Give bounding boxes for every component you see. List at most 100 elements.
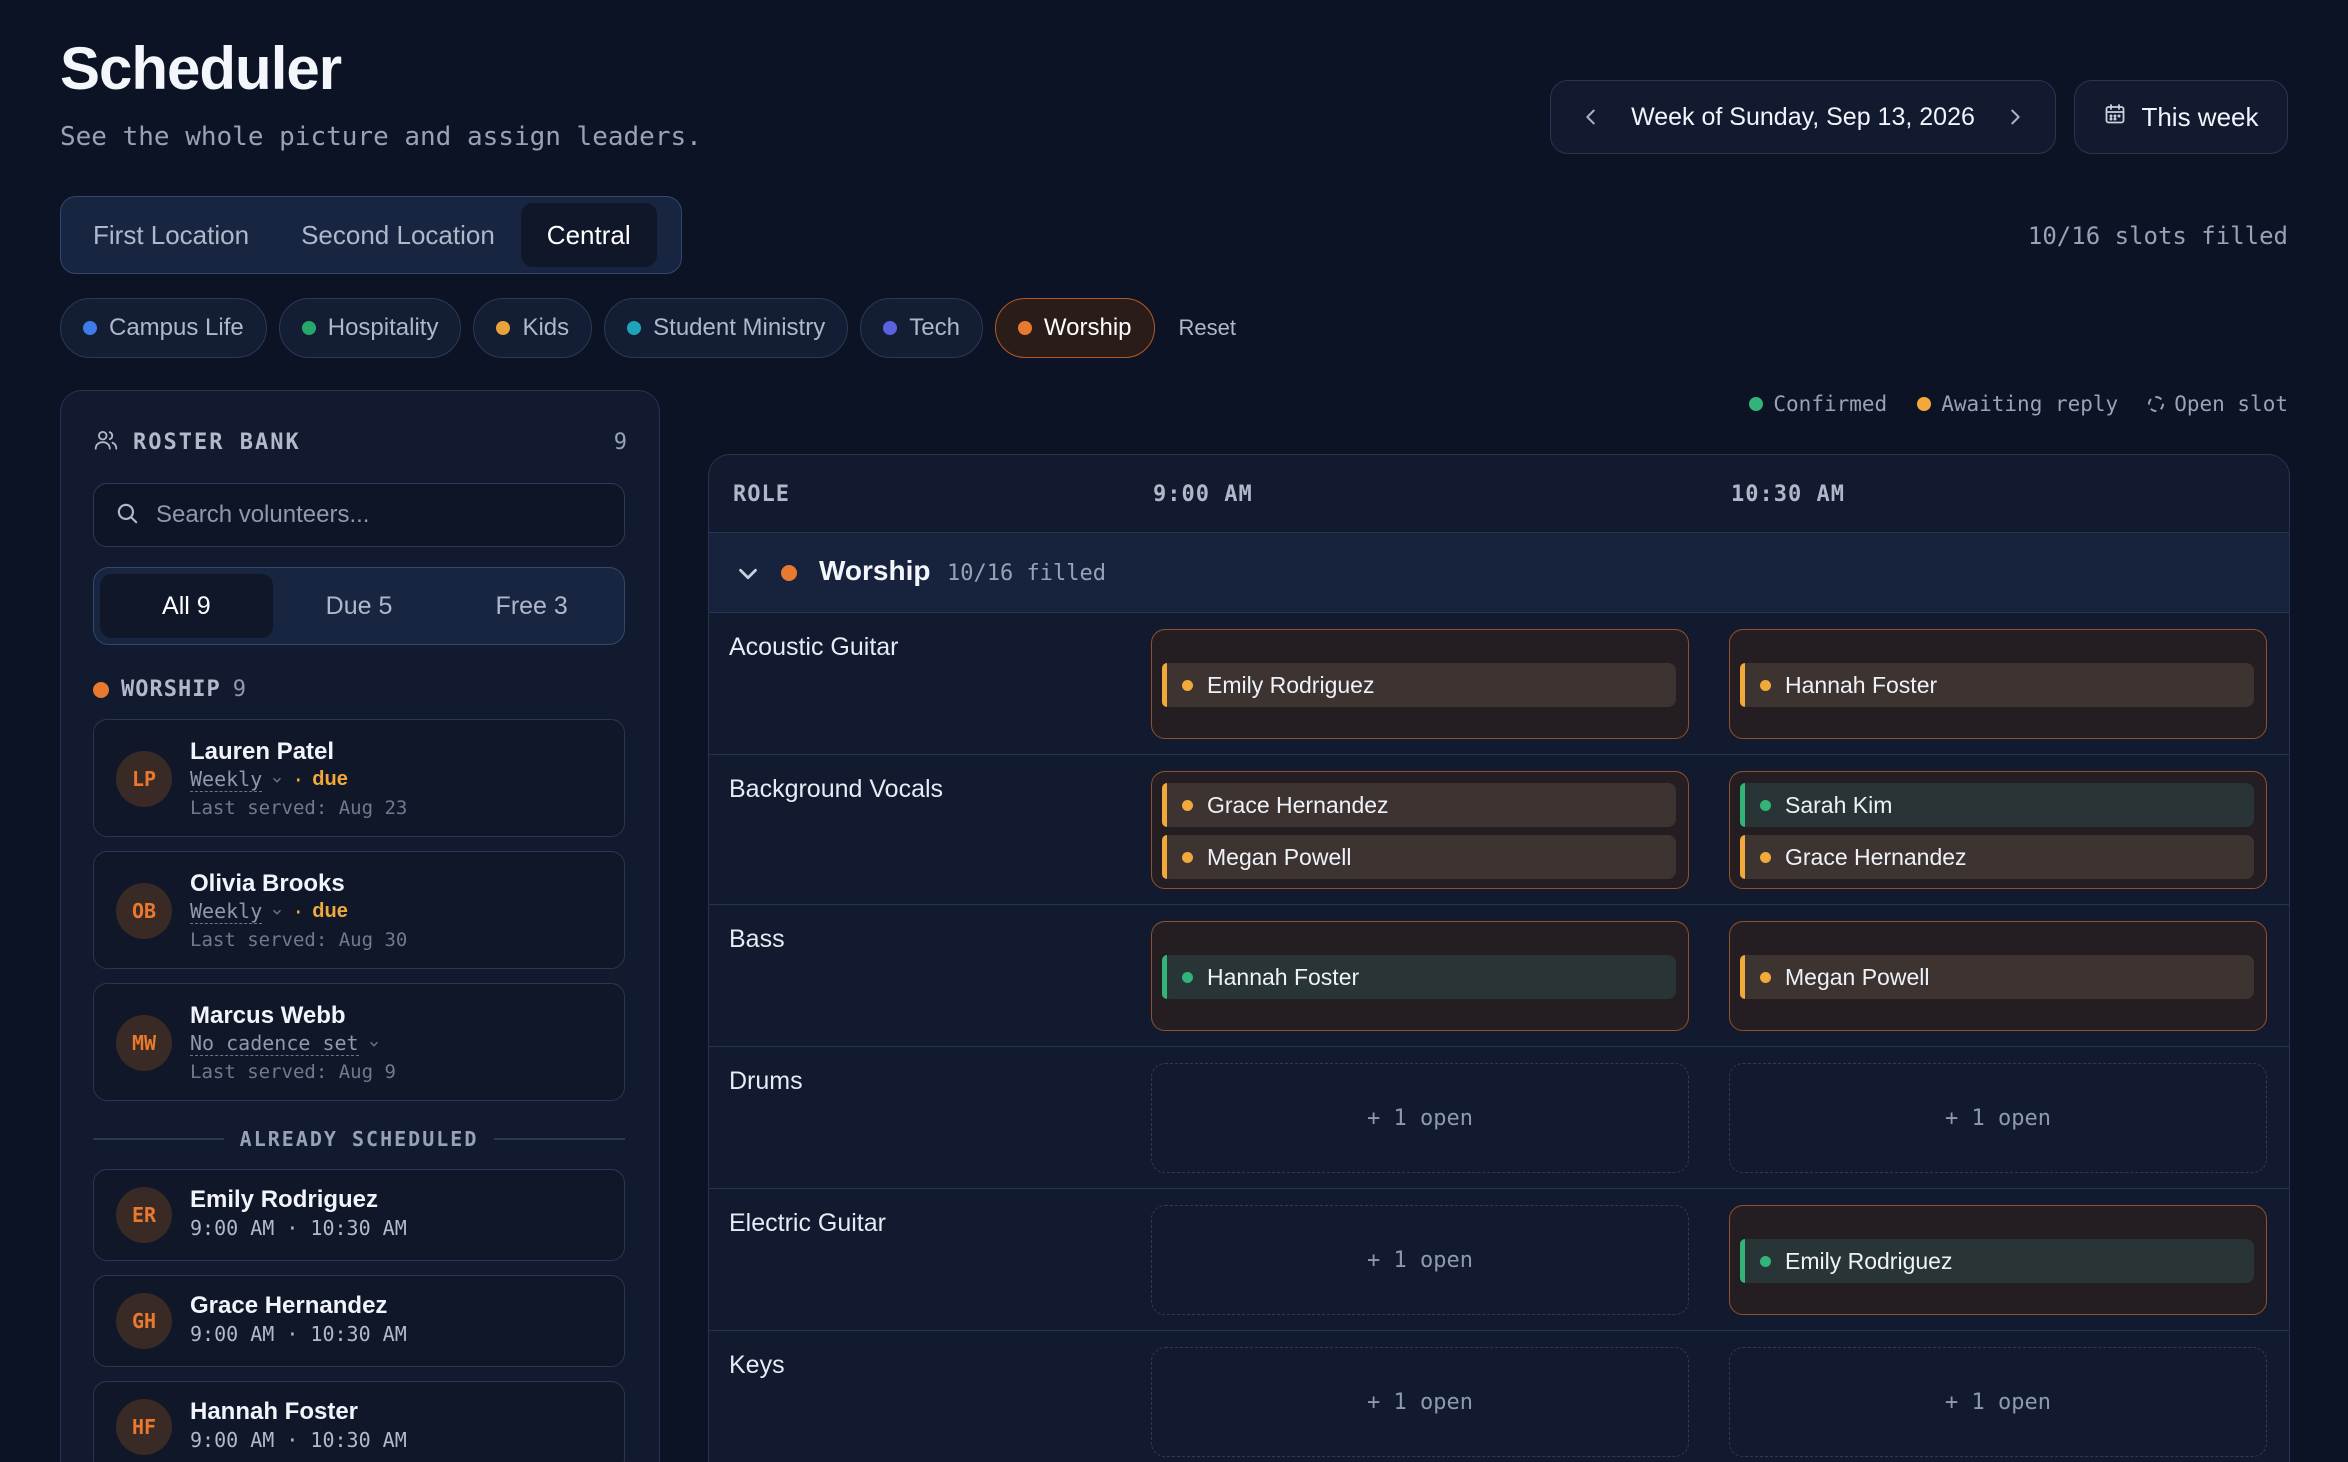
- segment-all[interactable]: All 9: [100, 574, 273, 638]
- assignment-slot[interactable]: Grace Hernandez Megan Powell: [1151, 771, 1689, 889]
- grid-header: ROLE 9:00 AM 10:30 AM: [709, 455, 2289, 533]
- role-row: Acoustic Guitar Emily Rodriguez Hannah Fos…: [709, 613, 2289, 755]
- separator-dot: ·: [292, 899, 305, 924]
- this-week-button[interactable]: This week: [2074, 80, 2288, 154]
- time-column-header: 10:30 AM: [1731, 482, 1845, 507]
- assignment-slot[interactable]: Hannah Foster: [1729, 629, 2267, 739]
- group-name: Worship: [819, 555, 931, 586]
- reset-filters-link[interactable]: Reset: [1167, 315, 1236, 341]
- role-name: Background Vocals: [729, 775, 944, 803]
- open-slot[interactable]: + 1 open: [1729, 1063, 2267, 1173]
- search-box: [93, 483, 625, 547]
- assignee-pill[interactable]: Hannah Foster: [1162, 955, 1676, 999]
- week-label: Week of Sunday, Sep 13, 2026: [1631, 102, 1975, 131]
- due-badge: due: [312, 768, 348, 790]
- confirmed-dot: [1749, 397, 1764, 411]
- assignee-pill[interactable]: Grace Hernandez: [1740, 835, 2254, 879]
- filter-chip-kids[interactable]: Kids: [473, 298, 593, 358]
- scheduled-volunteer-card[interactable]: HF Hannah Foster 9:00 AM · 10:30 AM: [93, 1381, 625, 1462]
- chip-label: Hospitality: [327, 314, 439, 341]
- role-name: Bass: [729, 925, 785, 953]
- scheduled-times: 9:00 AM · 10:30 AM: [190, 1216, 407, 1240]
- roster-bank-panel: ROSTER BANK 9 All 9 Due 5 Free 3 WORSHIP…: [60, 390, 660, 1462]
- tab-second-location[interactable]: Second Location: [275, 203, 521, 267]
- assignment-slot[interactable]: Emily Rodriguez: [1151, 629, 1689, 739]
- last-served: Last served: Aug 9: [190, 1061, 396, 1083]
- assignment-slot[interactable]: Emily Rodriguez: [1729, 1205, 2267, 1315]
- chip-label: Student Ministry: [653, 314, 826, 341]
- filter-chip-worship[interactable]: Worship: [994, 298, 1155, 358]
- segment-due[interactable]: Due 5: [273, 574, 446, 638]
- tab-central[interactable]: Central: [520, 203, 657, 267]
- roster-group-label: WORSHIP 9: [93, 677, 247, 702]
- cadence-dropdown[interactable]: No cadence set: [190, 1031, 359, 1056]
- awaiting-dot: [1182, 679, 1193, 691]
- filter-chip-hospitality[interactable]: Hospitality: [278, 298, 462, 358]
- assignment-slot[interactable]: Megan Powell: [1729, 921, 2267, 1031]
- search-input[interactable]: [156, 501, 596, 529]
- last-served: Last served: Aug 30: [190, 929, 408, 951]
- role-name: Electric Guitar: [729, 1209, 886, 1237]
- assignee-pill[interactable]: Emily Rodriguez: [1162, 663, 1676, 707]
- scheduled-volunteer-card[interactable]: ER Emily Rodriguez 9:00 AM · 10:30 AM: [93, 1169, 625, 1261]
- this-week-label: This week: [2141, 101, 2259, 132]
- open-slot[interactable]: + 1 open: [1151, 1063, 1689, 1173]
- open-slot[interactable]: + 1 open: [1729, 1347, 2267, 1457]
- role-row: Bass Hannah Foster Megan Powell: [709, 905, 2289, 1047]
- hospitality-dot: [301, 321, 316, 335]
- legend-label: Awaiting reply: [1941, 392, 2119, 416]
- volunteer-card[interactable]: OB Olivia Brooks Weekly · due Last serve…: [93, 851, 625, 969]
- chip-label: Campus Life: [109, 314, 244, 341]
- cadence-dropdown[interactable]: Weekly: [190, 899, 263, 924]
- assignee-pill[interactable]: Grace Hernandez: [1162, 783, 1676, 827]
- assignee-pill[interactable]: Megan Powell: [1162, 835, 1676, 879]
- already-scheduled-label: ALREADY SCHEDULED: [239, 1127, 479, 1151]
- student-ministry-dot: [627, 321, 642, 335]
- volunteer-card[interactable]: MW Marcus Webb No cadence set Last serve…: [93, 983, 625, 1101]
- awaiting-dot: [1760, 679, 1771, 691]
- group-row-worship[interactable]: Worship 10/16 filled: [709, 533, 2289, 613]
- assignee-pill[interactable]: Sarah Kim: [1740, 783, 2254, 827]
- divider-line: [494, 1138, 626, 1140]
- chevron-right-icon[interactable]: [1997, 99, 2033, 135]
- assignee-pill[interactable]: Megan Powell: [1740, 955, 2254, 999]
- assignee-pill[interactable]: Hannah Foster: [1740, 663, 2254, 707]
- assignment-slot[interactable]: Hannah Foster: [1151, 921, 1689, 1031]
- assignment-slot[interactable]: Sarah Kim Grace Hernandez: [1729, 771, 2267, 889]
- avatar: GH: [116, 1293, 172, 1349]
- page-subtitle: See the whole picture and assign leaders…: [60, 122, 702, 152]
- volunteer-card[interactable]: LP Lauren Patel Weekly · due Last served…: [93, 719, 625, 837]
- avatar: HF: [116, 1399, 172, 1455]
- awaiting-dot: [1760, 851, 1771, 863]
- segment-free[interactable]: Free 3: [445, 574, 618, 638]
- due-badge: due: [312, 900, 348, 922]
- volunteer-name: Olivia Brooks: [190, 870, 345, 897]
- filter-chip-student-ministry[interactable]: Student Ministry: [604, 298, 849, 358]
- calendar-icon: [2103, 102, 2127, 133]
- tech-dot: [883, 321, 898, 335]
- assignee-name: Megan Powell: [1207, 843, 1352, 870]
- chip-label: Kids: [522, 314, 570, 341]
- filter-chip-campus-life[interactable]: Campus Life: [60, 298, 267, 358]
- tab-first-location[interactable]: First Location: [67, 203, 275, 267]
- week-navigator: Week of Sunday, Sep 13, 2026: [1550, 80, 2056, 154]
- roster-header: ROSTER BANK 9: [93, 427, 627, 458]
- chevron-down-icon: [270, 768, 284, 792]
- chevron-left-icon[interactable]: [1573, 99, 1609, 135]
- open-slot[interactable]: + 1 open: [1151, 1347, 1689, 1457]
- filter-chip-tech[interactable]: Tech: [860, 298, 983, 358]
- scheduled-volunteer-card[interactable]: GH Grace Hernandez 9:00 AM · 10:30 AM: [93, 1275, 625, 1367]
- status-legend: Confirmed Awaiting reply Open slot: [1749, 392, 2288, 416]
- legend-awaiting: Awaiting reply: [1917, 392, 2118, 416]
- chevron-down-icon[interactable]: [733, 559, 763, 589]
- already-scheduled-divider: ALREADY SCHEDULED: [93, 1127, 626, 1151]
- cadence-dropdown[interactable]: Weekly: [190, 767, 263, 792]
- avatar: LP: [116, 751, 172, 807]
- avatar: MW: [116, 1015, 172, 1071]
- assignee-name: Grace Hernandez: [1785, 843, 1967, 870]
- assignee-pill[interactable]: Emily Rodriguez: [1740, 1239, 2254, 1283]
- volunteer-name: Marcus Webb: [190, 1002, 346, 1029]
- kids-dot: [496, 321, 511, 335]
- volunteer-cadence: Weekly · due: [190, 767, 348, 792]
- open-slot[interactable]: + 1 open: [1151, 1205, 1689, 1315]
